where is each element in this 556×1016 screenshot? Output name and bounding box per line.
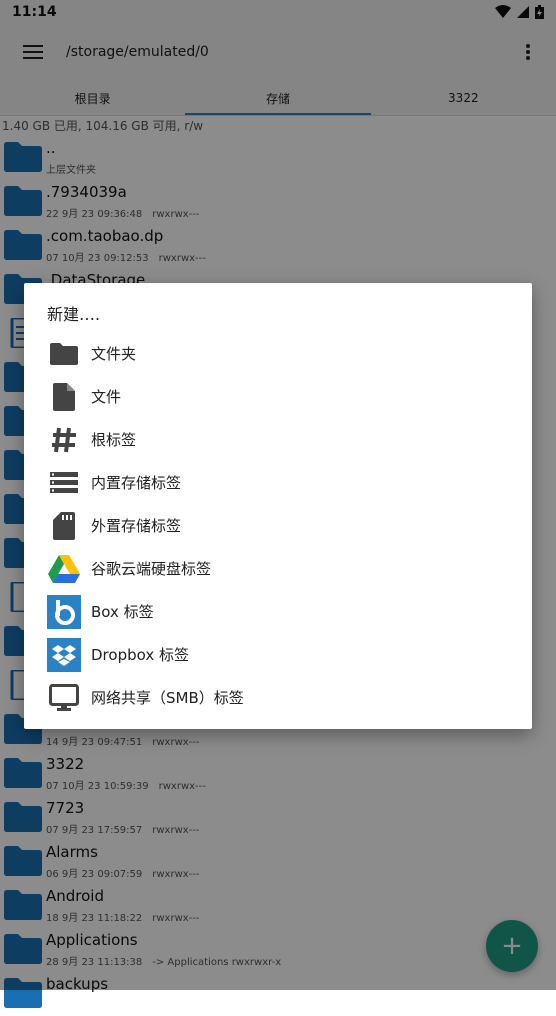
external-storage-tab-option[interactable]: 外置存储标签	[24, 504, 532, 547]
file-icon	[47, 380, 81, 414]
dropbox-icon	[47, 637, 81, 672]
box-tab-option[interactable]: Box 标签	[24, 590, 532, 633]
internal-storage-tab-option[interactable]: 内置存储标签	[24, 461, 532, 504]
google-drive-tab-option[interactable]: 谷歌云端硬盘标签	[24, 547, 532, 590]
root-tab-option[interactable]: 根标签	[24, 418, 532, 461]
storage-icon	[47, 466, 81, 500]
new-file-option[interactable]: 文件	[24, 375, 532, 418]
folder-icon	[47, 337, 81, 371]
new-folder-option[interactable]: 文件夹	[24, 332, 532, 375]
smb-tab-option[interactable]: 网络共享（SMB）标签	[24, 676, 532, 719]
dialog-title: 新建….	[47, 305, 101, 324]
dropbox-tab-option[interactable]: Dropbox 标签	[24, 633, 532, 676]
new-item-dialog: 新建…. 文件夹 文件 根标签 内置存储标签 外置存储标签 谷歌云端硬盘标签 B…	[24, 283, 532, 729]
monitor-icon	[47, 681, 81, 715]
hash-icon	[47, 423, 81, 457]
google-drive-icon	[47, 552, 81, 586]
sd-card-icon	[47, 509, 81, 543]
box-icon	[47, 594, 81, 629]
